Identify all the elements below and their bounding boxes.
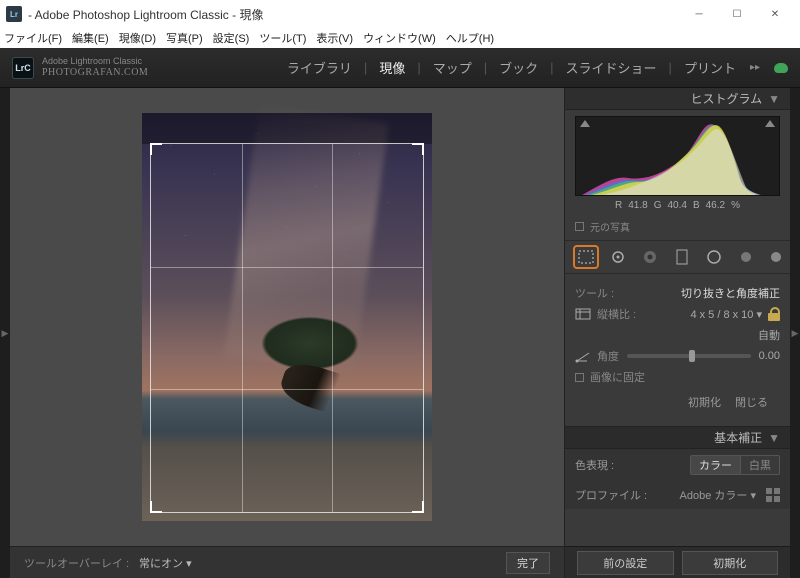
close-button[interactable]: ✕ xyxy=(756,2,794,26)
menu-develop[interactable]: 現像(D) xyxy=(119,30,156,46)
angle-icon[interactable] xyxy=(575,349,591,363)
aspect-label: 縦横比 : xyxy=(597,306,636,322)
angle-slider[interactable] xyxy=(627,354,751,358)
module-map[interactable]: マップ xyxy=(431,58,474,77)
menu-bar: ファイル(F) 編集(E) 現像(D) 写真(P) 設定(S) ツール(T) 表… xyxy=(0,28,800,48)
done-button[interactable]: 完了 xyxy=(506,552,550,574)
menu-photo[interactable]: 写真(P) xyxy=(166,30,203,46)
treatment-label: 色表現 : xyxy=(575,457,614,473)
lock-icon[interactable] xyxy=(768,307,780,321)
treatment-bw[interactable]: 白黒 xyxy=(740,455,780,475)
module-overflow-icon[interactable]: ▸▸ xyxy=(750,62,760,73)
tool-overlay-select[interactable]: 常にオン ▾ xyxy=(139,555,192,571)
aspect-select[interactable]: 4 x 5 / 8 x 10 ▾ xyxy=(690,308,762,321)
module-slideshow[interactable]: スライドショー xyxy=(564,58,659,77)
spot-removal-button[interactable] xyxy=(607,247,629,267)
minimize-button[interactable]: ─ xyxy=(680,2,718,26)
reset-button[interactable]: 初期化 xyxy=(682,551,779,575)
identity-plate[interactable]: Adobe Lightroom Classic PhotograFan.com xyxy=(42,57,148,78)
auto-straighten[interactable]: 自動 xyxy=(758,327,780,343)
previous-button[interactable]: 前の設定 xyxy=(577,551,674,575)
maximize-button[interactable]: ☐ xyxy=(718,2,756,26)
angle-value: 0.00 xyxy=(759,350,780,362)
histogram[interactable] xyxy=(575,116,780,196)
module-library[interactable]: ライブラリ xyxy=(285,58,354,77)
basic-header[interactable]: 基本補正▼ xyxy=(565,427,790,449)
tool-label: ツール : xyxy=(575,285,614,301)
menu-file[interactable]: ファイル(F) xyxy=(4,30,62,46)
menu-tool[interactable]: ツール(T) xyxy=(259,30,306,46)
original-photo-toggle[interactable]: 元の写真 xyxy=(565,215,790,240)
constrain-label: 画像に固定 xyxy=(590,369,645,385)
crop-handle-bl[interactable] xyxy=(150,501,162,513)
app-icon: Lr xyxy=(6,6,22,22)
histogram-header[interactable]: ヒストグラム▼ xyxy=(565,88,790,110)
tool-name: 切り抜きと角度補正 xyxy=(681,285,780,301)
menu-window[interactable]: ウィンドウ(W) xyxy=(363,30,436,46)
menu-edit[interactable]: 編集(E) xyxy=(72,30,109,46)
photo-canvas[interactable] xyxy=(142,113,432,521)
menu-settings[interactable]: 設定(S) xyxy=(213,30,250,46)
angle-label: 角度 xyxy=(597,348,619,364)
left-panel-toggle[interactable]: ▶ xyxy=(0,88,10,578)
window-title: - Adobe Photoshop Lightroom Classic - 現像 xyxy=(28,6,680,23)
tool-close[interactable]: 閉じる xyxy=(735,394,768,410)
module-book[interactable]: ブック xyxy=(497,58,540,77)
profile-browser-icon[interactable] xyxy=(766,488,780,502)
crop-handle-tr[interactable] xyxy=(412,143,424,155)
menu-help[interactable]: ヘルプ(H) xyxy=(446,30,494,46)
constrain-checkbox[interactable] xyxy=(575,373,584,382)
menu-view[interactable]: 表示(V) xyxy=(316,30,353,46)
tool-reset[interactable]: 初期化 xyxy=(688,394,721,410)
profile-label: プロファイル : xyxy=(575,487,647,503)
radial-filter-button[interactable] xyxy=(703,247,725,267)
crop-tool-button[interactable] xyxy=(575,247,597,267)
right-panel-toggle[interactable]: ▶ xyxy=(790,88,800,578)
cloud-sync-icon[interactable] xyxy=(774,63,788,73)
rgb-readout: R41.8 G40.4 B46.2 % xyxy=(575,200,780,211)
redeye-button[interactable] xyxy=(639,247,661,267)
checkbox-icon xyxy=(575,222,584,231)
module-develop[interactable]: 現像 xyxy=(377,58,407,77)
brush-size-slider[interactable] xyxy=(771,255,780,259)
lrc-icon: LrC xyxy=(12,57,34,79)
treatment-color[interactable]: カラー xyxy=(690,455,740,475)
tool-overlay-label: ツールオーバーレイ : xyxy=(24,555,129,571)
profile-select[interactable]: Adobe カラー ▾ xyxy=(680,487,756,503)
crop-handle-br[interactable] xyxy=(412,501,424,513)
module-print[interactable]: プリント xyxy=(682,58,738,77)
crop-handle-tl[interactable] xyxy=(150,143,162,155)
crop-overlay[interactable] xyxy=(151,144,423,512)
brush-button[interactable] xyxy=(735,247,757,267)
aspect-icon[interactable] xyxy=(575,307,591,321)
grad-filter-button[interactable] xyxy=(671,247,693,267)
